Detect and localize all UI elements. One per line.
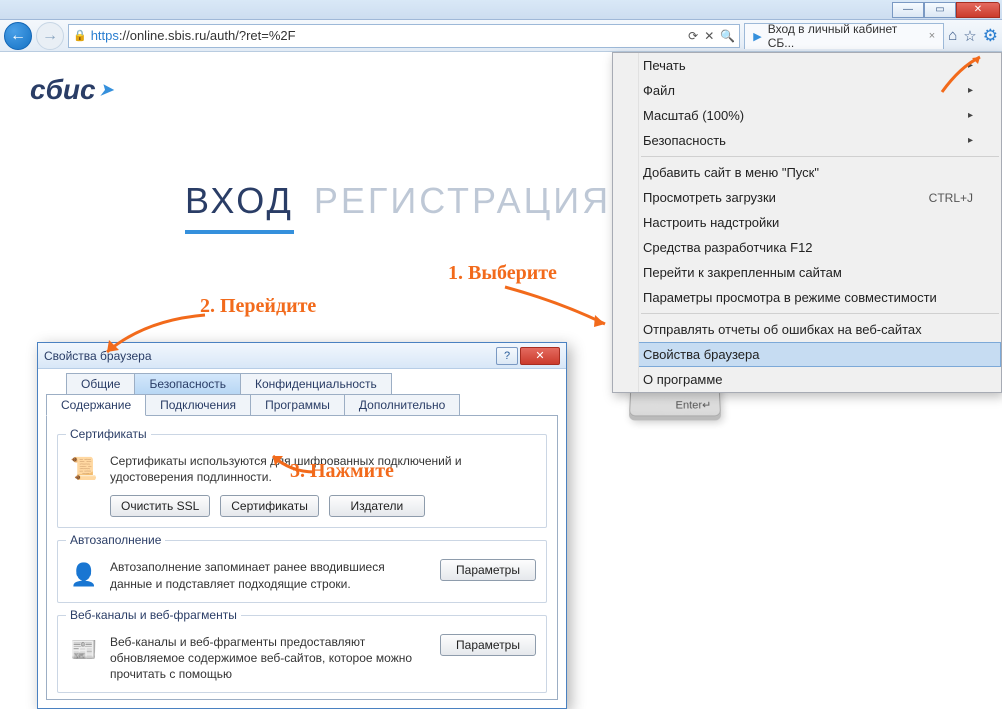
window-maximize-button[interactable]: ▭ xyxy=(924,2,956,18)
menu-item-масштаб-100-[interactable]: Масштаб (100%) xyxy=(613,103,1001,128)
search-icon[interactable]: 🔍 xyxy=(720,29,735,43)
group-label-feeds: Веб-каналы и веб-фрагменты xyxy=(66,608,241,622)
menu-item-свойства-браузера[interactable]: Свойства браузера xyxy=(613,342,1001,367)
feeds-icon: 📰 xyxy=(68,634,100,666)
dialog-tab-содержание[interactable]: Содержание xyxy=(46,394,146,416)
menu-item-печать[interactable]: Печать xyxy=(613,53,1001,78)
browser-window: — ▭ ✕ ← → 🔒 https://online.sbis.ru/auth/… xyxy=(0,0,1002,609)
tab-close-icon[interactable]: × xyxy=(929,30,935,42)
menu-item-средства-разработчика-f12[interactable]: Средства разработчика F12 xyxy=(613,235,1001,260)
url-text: https://online.sbis.ru/auth/?ret=%2F xyxy=(91,28,684,43)
tab-register[interactable]: РЕГИСТРАЦИЯ xyxy=(314,180,611,234)
autofill-params-button[interactable]: Параметры xyxy=(440,559,536,581)
tab-login[interactable]: ВХОД xyxy=(185,180,294,234)
tab-title: Вход в личный кабинет СБ... xyxy=(768,22,923,50)
annotation-step1: 1. Выберите xyxy=(448,262,557,285)
page-content: сбис➤ ВХОД РЕГИСТРАЦИЯ 🔒 Enter ↵ ПечатьФ… xyxy=(0,52,1002,609)
step1-arrow xyxy=(500,282,620,332)
certificates-button[interactable]: Сертификаты xyxy=(220,495,319,517)
lock-icon: 🔒 xyxy=(73,29,87,42)
stop-icon[interactable]: ✕ xyxy=(704,29,714,43)
dialog-title: Свойства браузера xyxy=(44,349,152,363)
dialog-panel: Сертификаты 📜 Сертификаты используются д… xyxy=(46,415,558,700)
refresh-icon[interactable]: ⟳ xyxy=(688,29,698,43)
browser-toolbar: ← → 🔒 https://online.sbis.ru/auth/?ret=%… xyxy=(0,20,1002,52)
menu-item-о-программе[interactable]: О программе xyxy=(613,367,1001,392)
nav-back-button[interactable]: ← xyxy=(4,22,32,50)
certificate-icon: 📜 xyxy=(68,453,100,485)
autofill-group: Автозаполнение 👤 Автозаполнение запомина… xyxy=(57,540,547,602)
window-minimize-button[interactable]: — xyxy=(892,2,924,18)
group-label-auto: Автозаполнение xyxy=(66,533,165,547)
tab-strip: ▶ Вход в личный кабинет СБ... × xyxy=(744,23,944,49)
address-bar[interactable]: 🔒 https://online.sbis.ru/auth/?ret=%2F ⟳… xyxy=(68,24,740,48)
annotation-step2: 2. Перейдите xyxy=(200,295,316,318)
auth-tabs: ВХОД РЕГИСТРАЦИЯ xyxy=(185,180,611,234)
menu-item-добавить-сайт-в-меню-пуск-[interactable]: Добавить сайт в меню "Пуск" xyxy=(613,160,1001,185)
home-icon[interactable]: ⌂ xyxy=(948,27,957,44)
dialog-tab-дополнительно[interactable]: Дополнительно xyxy=(344,394,460,416)
dialog-help-button[interactable]: ? xyxy=(496,347,518,365)
favicon-icon: ▶ xyxy=(753,30,761,43)
nav-forward-button[interactable]: → xyxy=(36,22,64,50)
menu-item-параметры-просмотра-в-режиме-совместимости[interactable]: Параметры просмотра в режиме совместимос… xyxy=(613,285,1001,310)
favorites-icon[interactable]: ☆ xyxy=(963,27,976,45)
bird-icon: ➤ xyxy=(100,80,113,100)
gear-icon[interactable]: ⚙ xyxy=(983,26,998,46)
feeds-description: Веб-каналы и веб-фрагменты предоставляют… xyxy=(110,634,430,683)
feeds-params-button[interactable]: Параметры xyxy=(440,634,536,656)
publishers-button[interactable]: Издатели xyxy=(329,495,425,517)
autofill-icon: 👤 xyxy=(68,559,100,591)
auto-description: Автозаполнение запоминает ранее вводивши… xyxy=(110,559,430,591)
menu-item-перейти-к-закрепленным-сайтам[interactable]: Перейти к закрепленным сайтам xyxy=(613,260,1001,285)
annotation-step3: 3. Нажмите xyxy=(290,460,394,483)
feeds-group: Веб-каналы и веб-фрагменты 📰 Веб-каналы … xyxy=(57,615,547,694)
menu-item-безопасность[interactable]: Безопасность xyxy=(613,128,1001,153)
window-close-button[interactable]: ✕ xyxy=(956,2,1000,18)
menu-item-отправлять-отчеты-об-ошибках-на-веб-сайтах[interactable]: Отправлять отчеты об ошибках на веб-сайт… xyxy=(613,317,1001,342)
dialog-tab-программы[interactable]: Программы xyxy=(250,394,345,416)
clear-ssl-button[interactable]: Очистить SSL xyxy=(110,495,210,517)
menu-item-файл[interactable]: Файл xyxy=(613,78,1001,103)
dialog-tab-подключения[interactable]: Подключения xyxy=(145,394,251,416)
tools-menu: ПечатьФайлМасштаб (100%)Безопасность Доб… xyxy=(612,52,1002,393)
dialog-tab-общие[interactable]: Общие xyxy=(66,373,135,395)
dialog-close-button[interactable]: ✕ xyxy=(520,347,560,365)
window-titlebar: — ▭ ✕ xyxy=(0,0,1002,20)
menu-item-настроить-надстройки[interactable]: Настроить надстройки xyxy=(613,210,1001,235)
internet-options-dialog: Свойства браузера ? ✕ ОбщиеБезопасностьК… xyxy=(37,342,567,709)
sbis-logo: сбис➤ xyxy=(30,74,113,106)
group-label-cert: Сертификаты xyxy=(66,427,151,441)
browser-tab[interactable]: ▶ Вход в личный кабинет СБ... × xyxy=(744,23,944,49)
dialog-titlebar: Свойства браузера ? ✕ xyxy=(38,343,566,369)
dialog-tab-конфиденциальность[interactable]: Конфиденциальность xyxy=(240,373,392,395)
menu-item-просмотреть-загрузки[interactable]: Просмотреть загрузкиCTRL+J xyxy=(613,185,1001,210)
dialog-tab-безопасность[interactable]: Безопасность xyxy=(134,373,241,395)
